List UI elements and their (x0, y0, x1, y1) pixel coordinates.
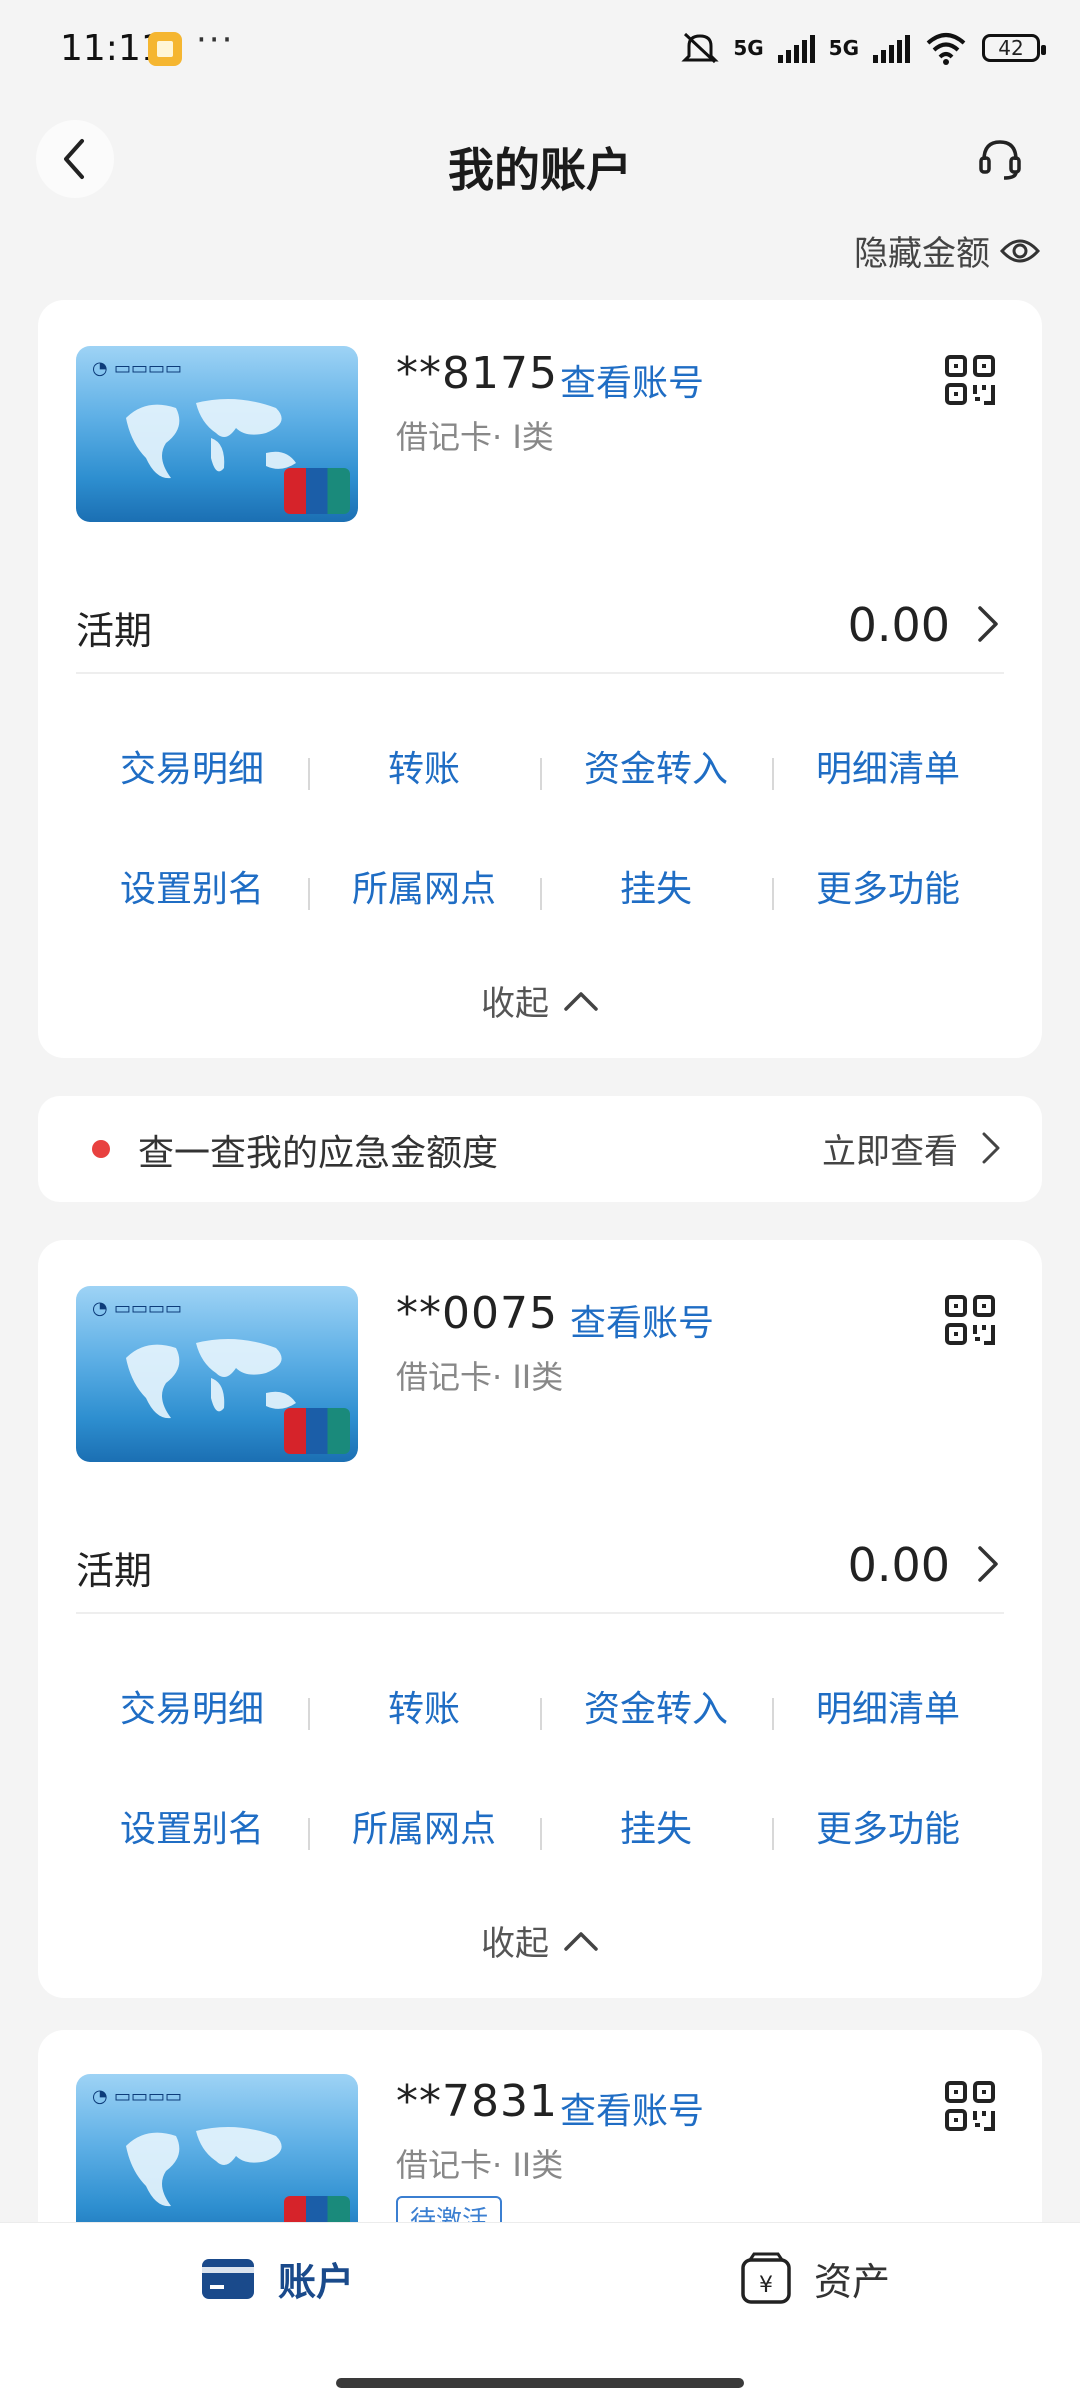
view-account-number-link[interactable]: 查看账号 (570, 1294, 714, 1346)
qr-code-icon[interactable] (944, 1294, 996, 1346)
bank-logo-icon: ◔ ▭▭▭▭ (92, 2086, 182, 2107)
nav-assets-label: 资产 (814, 2260, 891, 2304)
chevron-up-icon (564, 1931, 598, 1951)
bank-card-image: ◔ ▭▭▭▭ (76, 346, 358, 522)
page-title: 我的账户 (448, 143, 632, 197)
fund-transfer-in-button[interactable]: 资金转入 (540, 1680, 772, 1740)
nav-accounts-tab[interactable]: 账户 (200, 2251, 354, 2306)
banner-text: 查一查我的应急金额度 (138, 1133, 499, 1174)
card-type: 借记卡· II类 (396, 1358, 564, 1396)
bank-logo-icon: ◔ ▭▭▭▭ (92, 358, 182, 379)
collapse-label: 收起 (481, 1924, 549, 1964)
card-type: 借记卡· II类 (396, 2146, 564, 2184)
bank-card-image: ◔ ▭▭▭▭ (76, 1286, 358, 1462)
card-number: **7831 (396, 2076, 558, 2127)
unionpay-logo (284, 468, 350, 514)
network-5g-label-2: 5G (828, 36, 859, 60)
report-loss-button[interactable]: 挂失 (540, 1800, 772, 1860)
eye-icon (1000, 239, 1040, 262)
customer-service-button[interactable] (968, 126, 1032, 190)
card-icon (202, 2258, 254, 2299)
statement-list-button[interactable]: 明细清单 (772, 740, 1004, 800)
collapse-label: 收起 (481, 984, 549, 1024)
battery-icon: 42 (982, 34, 1046, 62)
status-right: 5G 5G 42 (681, 26, 1046, 70)
branch-button[interactable]: 所属网点 (308, 1800, 540, 1860)
set-alias-button[interactable]: 设置别名 (76, 1800, 308, 1860)
view-now-link[interactable]: 立即查看 (822, 1124, 958, 1173)
balance-label: 活期 (76, 1549, 153, 1593)
nav-accounts-label: 账户 (278, 2260, 355, 2304)
hide-amount-label: 隐藏金额 (854, 234, 990, 274)
unionpay-logo (284, 1408, 350, 1454)
network-5g-label: 5G (733, 36, 764, 60)
balance-amount: 0.00 (847, 598, 950, 652)
fund-transfer-in-button[interactable]: 资金转入 (540, 740, 772, 800)
chevron-up-icon (564, 991, 598, 1011)
status-bar: 11:11 ··· 5G 5G 42 (0, 0, 1080, 100)
transaction-details-button[interactable]: 交易明细 (76, 1680, 308, 1740)
chevron-right-icon (978, 1546, 998, 1582)
balance-amount: 0.00 (847, 1538, 950, 1592)
mute-icon (681, 32, 719, 64)
notes-app-icon (148, 32, 182, 66)
card-actions: 交易明细 转账 资金转入 明细清单 设置别名 所属网点 挂失 更多功能 (76, 1680, 1004, 1920)
view-account-number-link[interactable]: 查看账号 (560, 2082, 704, 2134)
view-account-number-link[interactable]: 查看账号 (560, 354, 704, 406)
nav-assets-tab[interactable]: ¥ 资产 (740, 2251, 890, 2306)
statement-list-button[interactable]: 明细清单 (772, 1680, 1004, 1740)
more-notifications-icon: ··· (196, 20, 235, 60)
bank-logo-icon: ◔ ▭▭▭▭ (92, 1298, 182, 1319)
chevron-right-icon (978, 606, 998, 642)
more-functions-button[interactable]: 更多功能 (772, 1800, 1004, 1860)
svg-text:¥: ¥ (759, 2273, 773, 2298)
card-actions: 交易明细 转账 资金转入 明细清单 设置别名 所属网点 挂失 更多功能 (76, 740, 1004, 980)
balance-row[interactable]: 活期 0.00 (76, 592, 1004, 674)
balance-row[interactable]: 活期 0.00 (76, 1532, 1004, 1614)
collapse-button[interactable]: 收起 (38, 1916, 1042, 1965)
balance-label: 活期 (76, 609, 153, 653)
transfer-button[interactable]: 转账 (308, 740, 540, 800)
report-loss-button[interactable]: 挂失 (540, 860, 772, 920)
qr-code-icon[interactable] (944, 2080, 996, 2132)
emergency-fund-banner[interactable]: 查一查我的应急金额度 立即查看 (38, 1096, 1042, 1202)
alert-dot (92, 1140, 110, 1158)
card-number: **0075 (396, 1288, 558, 1339)
wifi-icon (926, 33, 966, 65)
signal-icon-2 (873, 33, 910, 63)
account-card-1: ◔ ▭▭▭▭ **8175 查看账号 借记卡· I类 活期 0.00 交易明细 … (38, 300, 1042, 1058)
wallet-yuan-icon: ¥ (741, 2252, 791, 2304)
collapse-button[interactable]: 收起 (38, 976, 1042, 1025)
branch-button[interactable]: 所属网点 (308, 860, 540, 920)
set-alias-button[interactable]: 设置别名 (76, 860, 308, 920)
chevron-right-icon (982, 1132, 1000, 1164)
card-type: 借记卡· I类 (396, 418, 554, 456)
qr-code-icon[interactable] (944, 354, 996, 406)
account-card-2: ◔ ▭▭▭▭ **0075 查看账号 借记卡· II类 活期 0.00 交易明细… (38, 1240, 1042, 1998)
bottom-nav: 账户 ¥ 资产 (0, 2222, 1080, 2401)
hide-amount-toggle[interactable]: 隐藏金额 (854, 226, 1040, 275)
more-functions-button[interactable]: 更多功能 (772, 860, 1004, 920)
card-number: **8175 (396, 348, 558, 399)
headset-icon (979, 140, 1021, 180)
transfer-button[interactable]: 转账 (308, 1680, 540, 1740)
home-indicator[interactable] (336, 2378, 744, 2388)
transaction-details-button[interactable]: 交易明细 (76, 740, 308, 800)
signal-icon (777, 33, 815, 63)
